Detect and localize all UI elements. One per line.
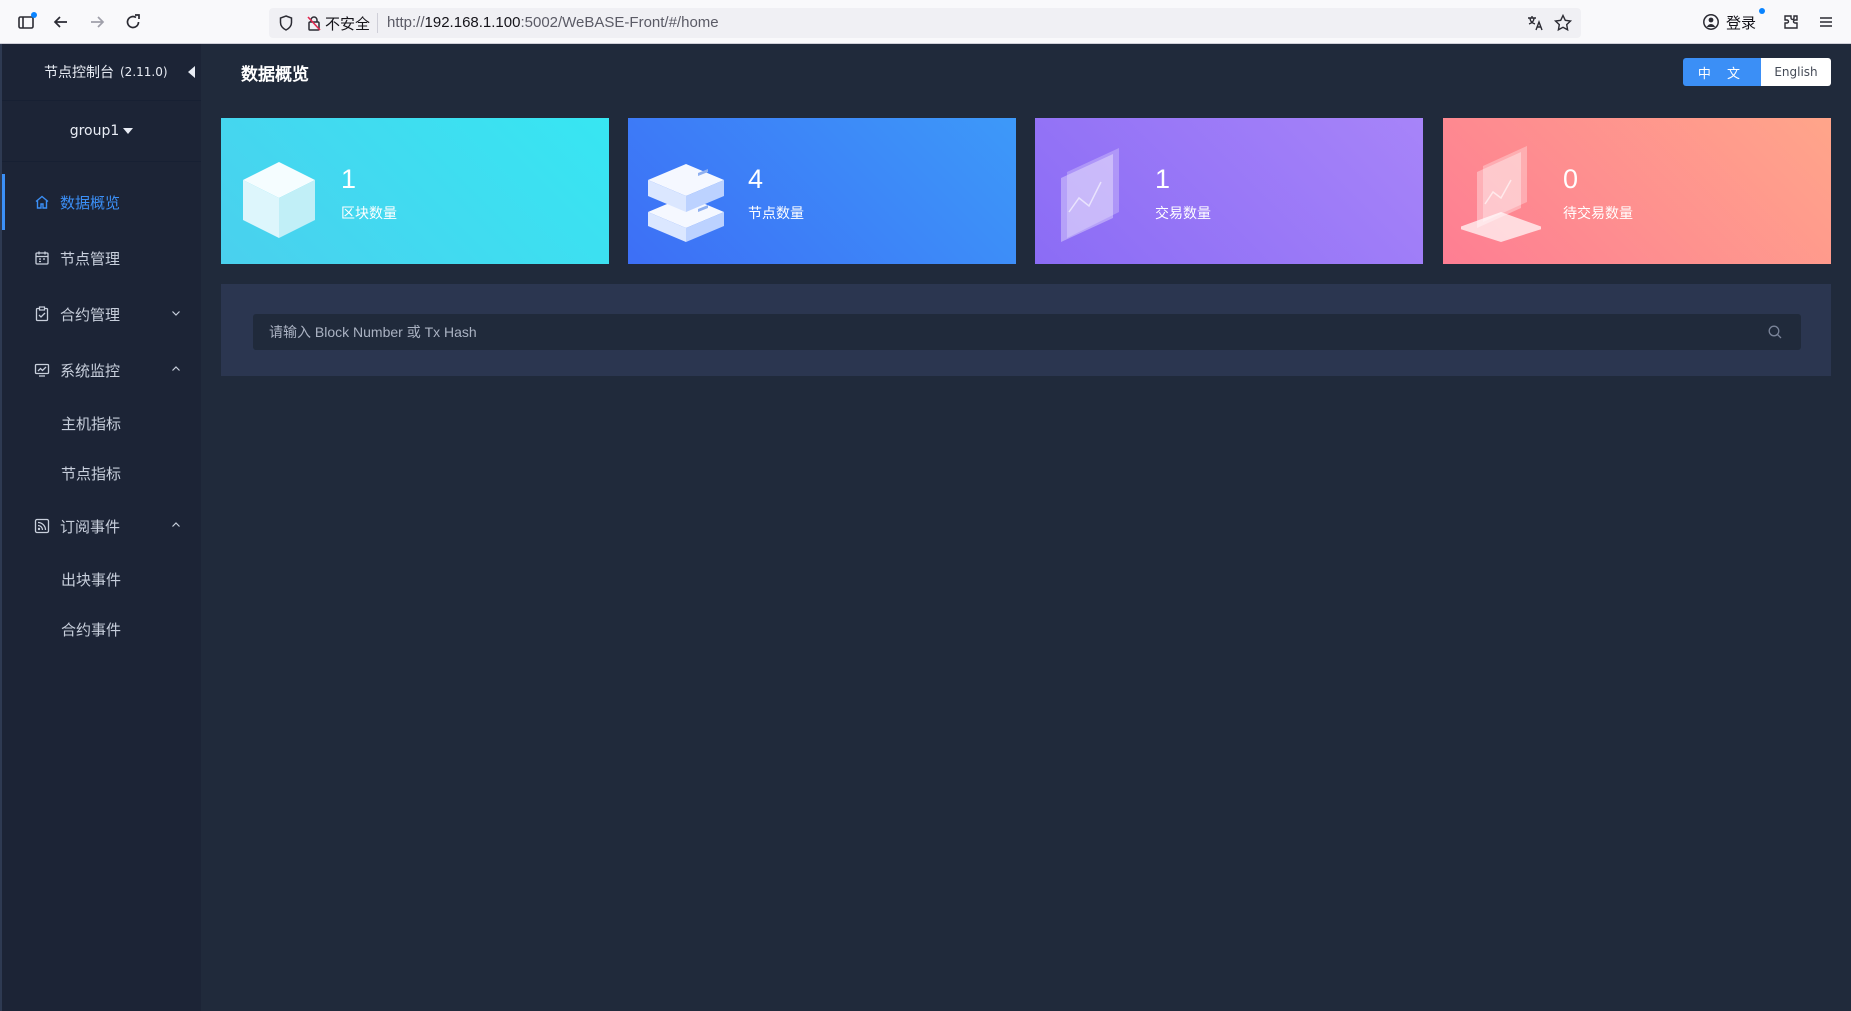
tx-count-value: 1 xyxy=(1155,164,1171,194)
search-input[interactable] xyxy=(253,314,1767,350)
tx-count-label: 交易数量 xyxy=(1155,206,1211,222)
monitor-chart-icon xyxy=(34,362,50,378)
home-icon xyxy=(34,194,50,210)
chevron-up-icon xyxy=(172,366,180,371)
lang-chinese-button[interactable]: 中 文 xyxy=(1683,58,1761,86)
group-name: group1 xyxy=(69,123,120,139)
node-count-label: 节点数量 xyxy=(748,206,804,222)
pending-tx-value: 0 xyxy=(1563,164,1579,194)
search-box xyxy=(253,314,1801,350)
account-icon xyxy=(1703,14,1719,30)
login-label: 登录 xyxy=(1726,13,1757,32)
node-count-value: 4 xyxy=(748,164,764,194)
rss-feed-icon xyxy=(34,518,50,534)
sidebar-subitem-contract-events[interactable]: 合约事件 xyxy=(2,604,201,654)
calendar-icon xyxy=(34,250,50,266)
block-count-card[interactable]: 1 区块数量 xyxy=(221,118,609,264)
reload-icon[interactable] xyxy=(120,9,146,35)
page-title: 数据概览 xyxy=(241,65,309,85)
menu-icon[interactable] xyxy=(1813,9,1839,35)
search-panel xyxy=(221,284,1831,376)
block-count-label: 区块数量 xyxy=(341,206,397,222)
insecure-label: 不安全 xyxy=(325,15,371,33)
tracking-shield-icon[interactable] xyxy=(277,14,295,32)
caret-down-icon xyxy=(123,128,134,134)
sidebar-item-label: 合约管理 xyxy=(60,305,121,324)
translate-icon[interactable] xyxy=(1525,13,1545,33)
notification-dot xyxy=(1759,8,1765,14)
sidebar: 节点控制台 (2.11.0) group1 数据概览 节点管理 合约管理 系统监… xyxy=(0,44,201,1011)
app-version: (2.11.0) xyxy=(120,65,168,79)
sidebar-item-system-monitor[interactable]: 系统监控 xyxy=(2,342,201,398)
sidebar-item-label: 数据概览 xyxy=(60,193,121,212)
sidebar-subitem-label: 主机指标 xyxy=(61,414,122,433)
chart-panel-icon xyxy=(1061,148,1119,242)
sidebar-item-overview[interactable]: 数据概览 xyxy=(2,174,201,230)
pending-document-icon xyxy=(1461,146,1541,242)
tx-count-card[interactable]: 1 交易数量 xyxy=(1035,118,1423,264)
sidebar-item-label: 节点管理 xyxy=(60,249,121,268)
url-text[interactable]: http://192.168.1.100:5002/WeBASE-Front/#… xyxy=(387,14,719,31)
main-content: 数据概览 中 文 English 1 区块数量 4 节点数量 1 交易数量 0 … xyxy=(201,44,1851,1011)
group-selector[interactable]: group1 xyxy=(2,100,201,162)
divider xyxy=(377,13,378,33)
sidebar-item-contract-management[interactable]: 合约管理 xyxy=(2,286,201,342)
sidebar-subitem-host-metrics[interactable]: 主机指标 xyxy=(2,398,201,448)
url-path: :5002/WeBASE-Front/#/home xyxy=(520,14,719,31)
sidebar-item-subscribe-events[interactable]: 订阅事件 xyxy=(2,498,201,554)
sidebar-item-label: 系统监控 xyxy=(60,361,121,380)
sidebar-subitem-node-metrics[interactable]: 节点指标 xyxy=(2,448,201,498)
sidebar-item-node-management[interactable]: 节点管理 xyxy=(2,230,201,286)
server-stack-icon xyxy=(648,164,724,242)
url-prefix: http:// xyxy=(387,14,425,31)
sidebar-item-label: 订阅事件 xyxy=(60,517,121,536)
block-count-value: 1 xyxy=(341,164,357,194)
chevron-up-icon xyxy=(172,522,180,527)
search-icon[interactable] xyxy=(1767,324,1783,340)
app: 节点控制台 (2.11.0) group1 数据概览 节点管理 合约管理 系统监… xyxy=(0,44,1851,1011)
sidebar-subitem-block-events[interactable]: 出块事件 xyxy=(2,554,201,604)
url-host: 192.168.1.100 xyxy=(424,14,521,31)
sidebar-menu: 数据概览 节点管理 合约管理 系统监控 主机指标 节点指标 订阅事件 出块事件 … xyxy=(2,174,201,654)
chevron-down-icon xyxy=(172,311,180,316)
pending-tx-label: 待交易数量 xyxy=(1563,206,1633,222)
sidebar-header: 节点控制台 (2.11.0) xyxy=(2,44,201,100)
collapse-sidebar-icon[interactable] xyxy=(188,66,195,78)
sidebar-subitem-label: 出块事件 xyxy=(61,570,122,589)
lang-english-button[interactable]: English xyxy=(1761,58,1831,86)
browser-toolbar: 不安全 http://192.168.1.100:5002/WeBASE-Fro… xyxy=(0,0,1851,44)
bookmark-star-icon[interactable] xyxy=(1553,13,1573,33)
account-login-button[interactable]: 登录 xyxy=(1702,9,1756,35)
insecure-lock-icon[interactable] xyxy=(305,14,323,32)
stats-cards: 1 区块数量 4 节点数量 1 交易数量 0 待交易数量 xyxy=(221,118,1831,264)
node-count-card[interactable]: 4 节点数量 xyxy=(628,118,1016,264)
forward-icon[interactable] xyxy=(84,9,110,35)
language-switch: 中 文 English xyxy=(1683,58,1831,86)
sidebar-subitem-label: 节点指标 xyxy=(61,464,122,483)
cube-icon xyxy=(243,162,315,238)
extensions-icon[interactable] xyxy=(1778,9,1804,35)
notification-dot xyxy=(31,12,37,18)
back-icon[interactable] xyxy=(48,9,74,35)
app-title: 节点控制台 xyxy=(44,65,114,81)
clipboard-check-icon xyxy=(34,306,50,322)
address-bar[interactable]: 不安全 http://192.168.1.100:5002/WeBASE-Fro… xyxy=(269,8,1581,38)
sidebar-subitem-label: 合约事件 xyxy=(61,620,122,639)
pending-tx-card[interactable]: 0 待交易数量 xyxy=(1443,118,1831,264)
